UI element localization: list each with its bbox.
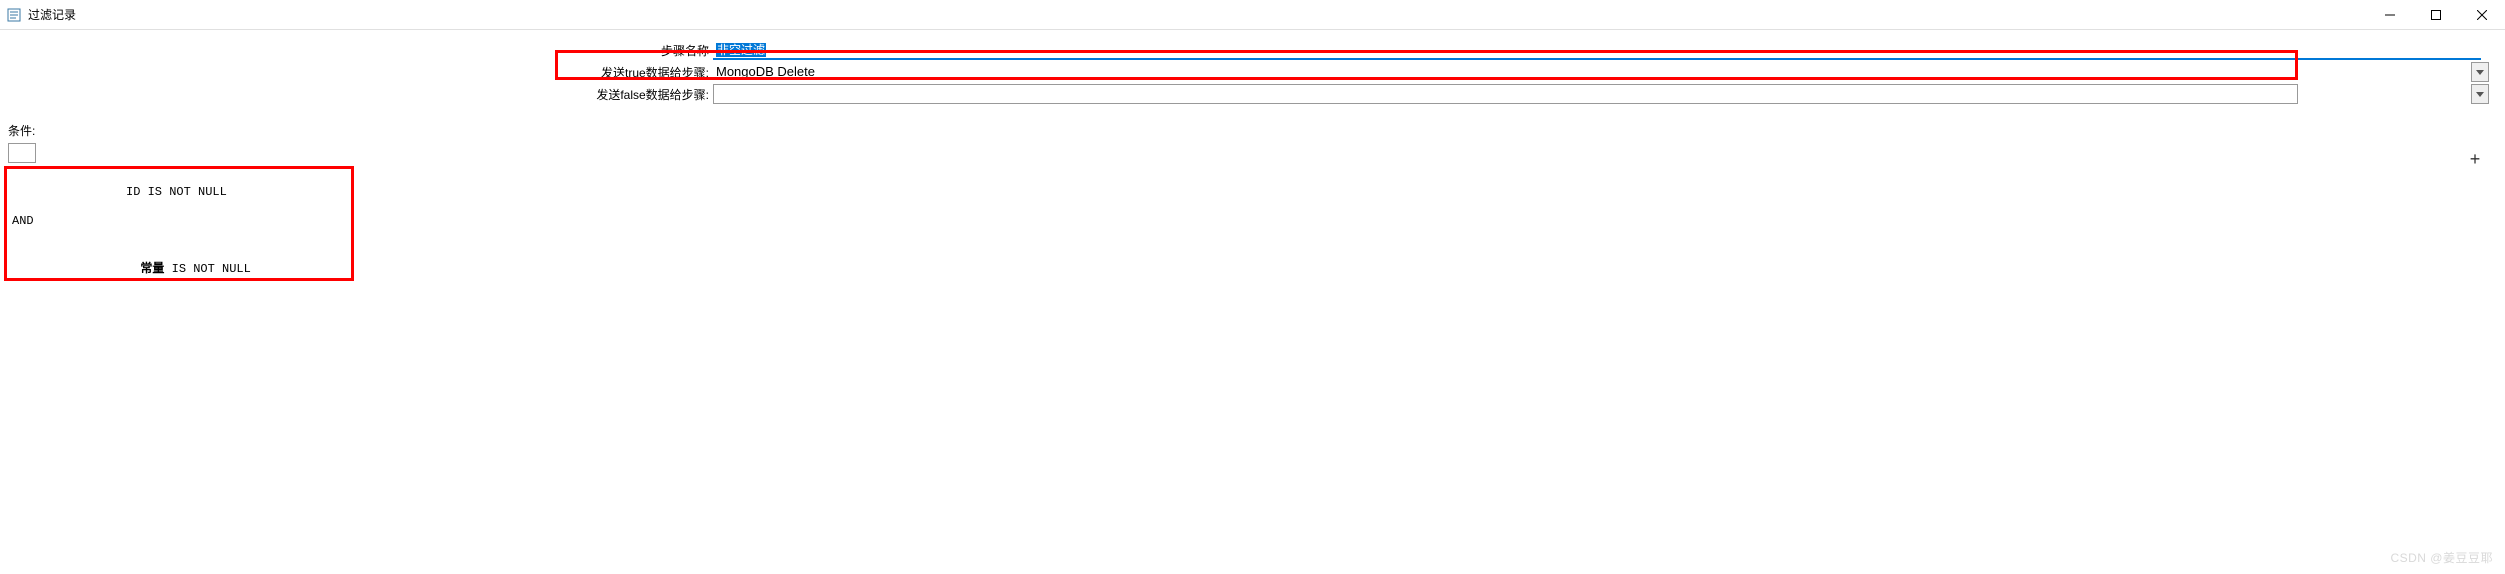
true-step-label: 发送true数据给步骤: <box>8 64 713 81</box>
maximize-button[interactable] <box>2413 0 2459 29</box>
condition-line-1: ID IS NOT NULL <box>126 185 227 199</box>
plus-icon: + <box>2470 149 2481 170</box>
true-step-dropdown-icon[interactable] <box>2471 62 2489 82</box>
true-step-value: MongoDB Delete <box>716 64 815 79</box>
close-button[interactable] <box>2459 0 2505 29</box>
conditions-label: 条件: <box>8 122 2497 139</box>
app-icon <box>6 7 22 23</box>
add-condition-button[interactable]: + <box>2465 149 2485 169</box>
minimize-button[interactable] <box>2367 0 2413 29</box>
condition-line-2-rest: IS NOT NULL <box>164 262 250 276</box>
condition-operator: AND <box>12 214 34 228</box>
watermark: CSDN @姜豆豆耶 <box>2390 549 2493 566</box>
false-step-dropdown-icon[interactable] <box>2471 84 2489 104</box>
false-step-label: 发送false数据给步骤: <box>8 86 713 103</box>
window-title: 过滤记录 <box>28 6 76 23</box>
true-step-input[interactable]: MongoDB Delete <box>713 63 1737 81</box>
false-step-input[interactable] <box>713 84 2298 104</box>
step-name-label: 步骤名称 <box>8 42 713 59</box>
condition-line-2-field: 常量 <box>140 262 164 276</box>
step-name-input[interactable]: 非空过滤 <box>713 40 2481 60</box>
condition-field-box[interactable] <box>8 143 36 163</box>
step-name-value: 非空过滤 <box>716 43 766 57</box>
condition-line-2: 常量 IS NOT NULL <box>126 245 251 276</box>
